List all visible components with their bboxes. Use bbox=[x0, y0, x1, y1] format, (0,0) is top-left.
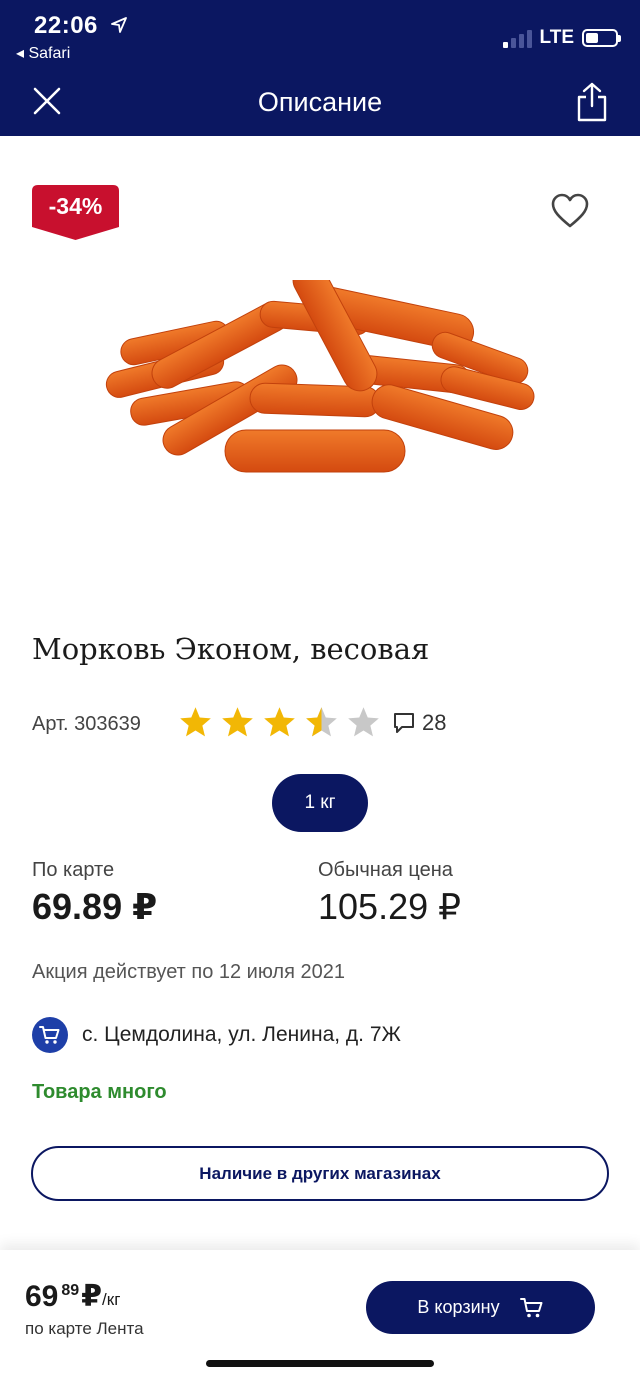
heart-icon[interactable] bbox=[551, 193, 589, 229]
reviews-link[interactable]: 28 bbox=[392, 710, 446, 736]
star-half-icon bbox=[306, 707, 337, 737]
status-time: 22:06 bbox=[34, 12, 127, 40]
article-number: Арт. 303639 bbox=[32, 713, 141, 735]
promo-period: Акция действует по 12 июля 2021 bbox=[32, 961, 345, 983]
price-fraction: 89 bbox=[61, 1282, 80, 1299]
stock-status: Товара много bbox=[32, 1081, 167, 1103]
store-selector[interactable]: с. Цемдолина, ул. Ленина, д. 7Ж bbox=[32, 1017, 401, 1053]
reviews-count: 28 bbox=[422, 710, 447, 735]
share-icon[interactable] bbox=[576, 82, 608, 122]
cart-store-icon bbox=[32, 1017, 68, 1053]
regular-price-label: Обычная цена bbox=[318, 859, 453, 881]
home-indicator[interactable] bbox=[206, 1360, 434, 1367]
bottom-bar: 69 89 ₽ /кг по карте Лента В корзину bbox=[0, 1250, 640, 1386]
store-address: с. Цемдолина, ул. Ленина, д. 7Ж bbox=[82, 1023, 401, 1046]
product-title: Морковь Эконом, весовая bbox=[32, 632, 430, 666]
card-price-label: По карте bbox=[32, 859, 115, 881]
signal-icon bbox=[502, 28, 532, 48]
discount-label: -34% bbox=[48, 193, 103, 219]
clock: 22:06 bbox=[34, 12, 98, 39]
price-subtitle: по карте Лента bbox=[25, 1319, 144, 1338]
add-to-cart-button[interactable]: В корзину bbox=[366, 1281, 595, 1334]
star-full-icon bbox=[264, 707, 295, 737]
discount-badge: -34% bbox=[32, 185, 119, 240]
cart-icon bbox=[519, 1297, 543, 1317]
back-to-safari[interactable]: ◂ Safari bbox=[16, 43, 70, 63]
star-full-icon bbox=[180, 707, 211, 737]
regular-price: 105.29 ₽ bbox=[318, 886, 462, 927]
other-stores-button[interactable]: Наличие в других магазинах bbox=[31, 1146, 609, 1201]
rating-stars bbox=[178, 705, 381, 740]
star-empty-icon bbox=[348, 707, 379, 737]
network-type: LTE bbox=[539, 27, 574, 48]
price-integer: 69 bbox=[25, 1280, 59, 1313]
price-currency: ₽ bbox=[81, 1280, 103, 1313]
location-arrow-icon bbox=[111, 12, 127, 40]
page-title: Описание bbox=[257, 87, 383, 117]
status-indicators: LTE bbox=[502, 27, 621, 49]
comment-icon bbox=[394, 713, 414, 733]
price-unit: /кг bbox=[102, 1290, 121, 1309]
weight-option-button[interactable]: 1 кг bbox=[272, 774, 368, 832]
battery-icon bbox=[582, 29, 621, 47]
star-full-icon bbox=[222, 707, 253, 737]
product-image bbox=[100, 262, 540, 490]
card-price: 69.89 ₽ bbox=[32, 886, 158, 927]
top-bar: 22:06 ◂ Safari LTE Описание bbox=[0, 0, 640, 136]
add-to-cart-label: В корзину bbox=[417, 1297, 500, 1317]
bottom-price: 69 89 ₽ /кг bbox=[25, 1280, 120, 1320]
